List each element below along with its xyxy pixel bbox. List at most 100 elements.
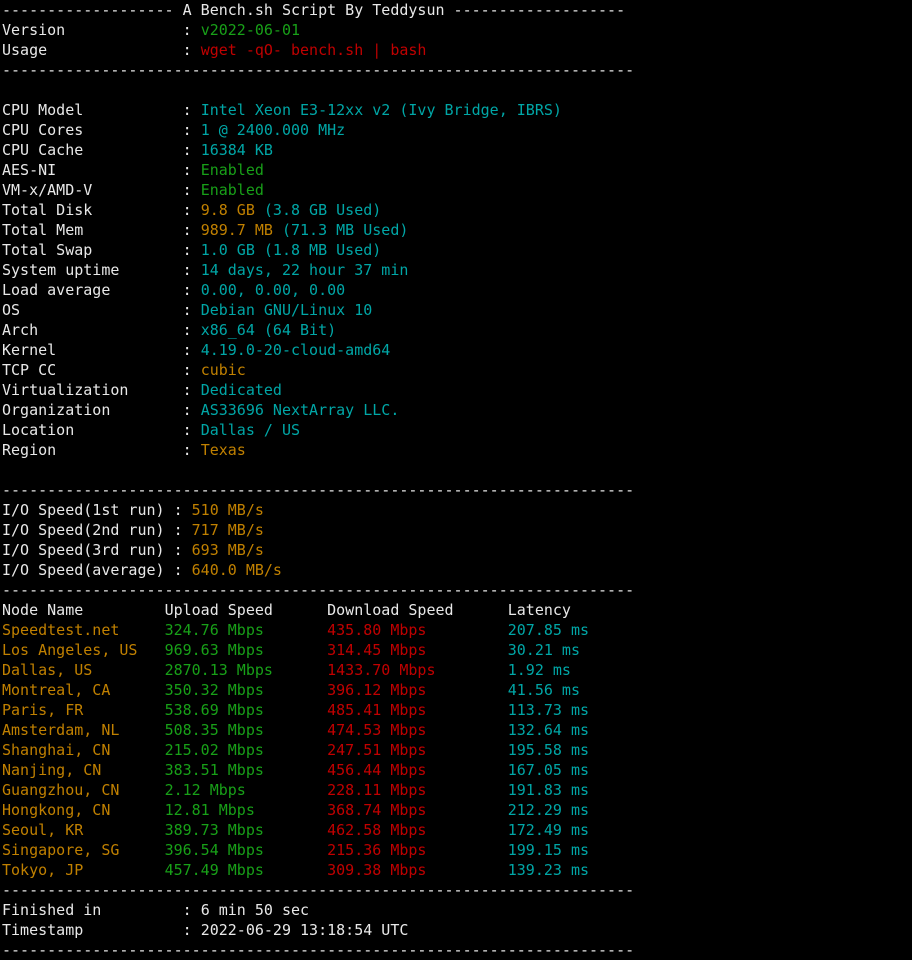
system-info-row-value: cubic [200,361,246,379]
system-info-row-label: Load average [2,281,183,299]
footer-row: Finished in : 6 min 50 sec [0,900,912,920]
system-info-row-value: Dedicated [200,381,282,399]
system-info-row-label: Total Swap [2,241,183,259]
speedtest-node-name: Hongkong, CN [2,801,165,819]
speedtest-download-speed: 1433.70 Mbps [327,661,508,679]
footer-row-label: Finished in [2,901,183,919]
system-info-row-value-secondary: (71.3 MB Used) [272,221,409,239]
column-header-latency: Latency [507,601,571,619]
io-speed-value: 510 MB/s [191,501,264,519]
speedtest-download-speed: 435.80 Mbps [327,621,508,639]
system-info-row-value: 4.19.0-20-cloud-amd64 [200,341,391,359]
speedtest-node-name: Shanghai, CN [2,741,165,759]
speedtest-download-speed: 314.45 Mbps [327,641,508,659]
system-info-row-separator: : [182,321,201,339]
system-info-row: Load average : 0.00, 0.00, 0.00 [0,280,912,300]
io-speed-separator: : [173,541,192,559]
speedtest-upload-speed: 457.49 Mbps [164,861,328,879]
speedtest-row: Montreal, CA 350.32 Mbps 396.12 Mbps 41.… [0,680,912,700]
speedtest-node-name: Los Angeles, US [2,641,165,659]
system-info-row-separator: : [182,341,201,359]
speedtest-download-speed: 485.41 Mbps [327,701,508,719]
footer-row: Timestamp : 2022-06-29 13:18:54 UTC [0,920,912,940]
system-info-row-separator: : [182,161,201,179]
script-info-row: Version : v2022-06-01 [0,20,912,40]
script-info-row-separator: : [182,21,201,39]
speedtest-row: Shanghai, CN 215.02 Mbps 247.51 Mbps 195… [0,740,912,760]
speedtest-upload-speed: 12.81 Mbps [164,801,328,819]
io-speed-separator: : [173,521,192,539]
speedtest-download-speed: 228.11 Mbps [327,781,508,799]
system-info-row: OS : Debian GNU/Linux 10 [0,300,912,320]
speedtest-upload-speed: 2.12 Mbps [164,781,328,799]
system-info-row-label: Total Disk [2,201,183,219]
system-info-row-label: VM-x/AMD-V [2,181,183,199]
system-info-row-label: System uptime [2,261,183,279]
speedtest-latency: 195.58 ms [507,741,590,759]
speedtest-upload-speed: 389.73 Mbps [164,821,328,839]
footer-row-separator: : [182,901,201,919]
speedtest-upload-speed: 538.69 Mbps [164,701,328,719]
system-info-row: Total Swap : 1.0 GB (1.8 MB Used) [0,240,912,260]
footer-row-value: 2022-06-29 13:18:54 UTC [200,921,409,939]
system-info-row-value: Enabled [200,161,264,179]
speedtest-latency: 199.15 ms [507,841,590,859]
system-info-row-value: 16384 KB [200,141,273,159]
footer-row-separator: : [182,921,201,939]
footer-row-label: Timestamp [2,921,183,939]
system-info-row-value: Dallas / US [200,421,301,439]
speedtest-latency: 132.64 ms [507,721,590,739]
system-info-row-value: Texas [200,441,246,459]
terminal-window: ------------------- A Bench.sh Script By… [0,0,912,959]
speedtest-latency: 207.85 ms [507,621,590,639]
speedtest-row: Hongkong, CN 12.81 Mbps 368.74 Mbps 212.… [0,800,912,820]
system-info-row: Total Mem : 989.7 MB (71.3 MB Used) [0,220,912,240]
system-info-row: Organization : AS33696 NextArray LLC. [0,400,912,420]
speedtest-header-row: Node Name Upload Speed Download Speed La… [0,600,912,620]
system-info-row: Region : Texas [0,440,912,460]
system-info-row: System uptime : 14 days, 22 hour 37 min [0,260,912,280]
speedtest-node-name: Seoul, KR [2,821,165,839]
separator-line-2: ----------------------------------------… [2,481,635,499]
column-header-upload-speed: Upload Speed [164,601,328,619]
system-info-row-value: x86_64 (64 Bit) [200,321,337,339]
system-info-row-separator: : [182,401,201,419]
system-info-row-value-secondary: (3.8 GB Used) [254,201,382,219]
system-info-row-value: 14 days, 22 hour 37 min [200,261,409,279]
column-header-node-name: Node Name [2,601,165,619]
script-info-row: Usage : wget -qO- bench.sh | bash [0,40,912,60]
speedtest-row: Tokyo, JP 457.49 Mbps 309.38 Mbps 139.23… [0,860,912,880]
system-info-row-separator: : [182,441,201,459]
system-info-row-label: Virtualization [2,381,183,399]
speedtest-node-name: Paris, FR [2,701,165,719]
script-info-row-label: Version [2,21,183,39]
speedtest-upload-speed: 969.63 Mbps [164,641,328,659]
speedtest-latency: 1.92 ms [507,661,571,679]
column-header-download-speed: Download Speed [327,601,508,619]
system-info-row-label: OS [2,301,183,319]
system-info-row-value: 9.8 GB [200,201,255,219]
io-speed-label: I/O Speed(1st run) [2,501,174,519]
io-speed-value: 717 MB/s [191,521,264,539]
speedtest-download-speed: 309.38 Mbps [327,861,508,879]
footer-section: Finished in : 6 min 50 sec Timestamp : 20… [0,900,912,940]
script-info-section: Version : v2022-06-01 Usage : wget -qO- b… [0,20,912,60]
script-info-row-label: Usage [2,41,183,59]
system-info-row-value: 1 @ 2400.000 MHz [200,121,346,139]
system-info-row-label: Organization [2,401,183,419]
system-info-row: CPU Cache : 16384 KB [0,140,912,160]
system-info-row-label: Region [2,441,183,459]
speedtest-section: Node Name Upload Speed Download Speed La… [0,600,912,880]
system-info-row-separator: : [182,181,201,199]
system-info-row-value: 0.00, 0.00, 0.00 [200,281,346,299]
speedtest-latency: 139.23 ms [507,861,590,879]
system-info-row-value: 1.0 GB (1.8 MB Used) [200,241,382,259]
system-info-row: Kernel : 4.19.0-20-cloud-amd64 [0,340,912,360]
speedtest-upload-speed: 324.76 Mbps [164,621,328,639]
speedtest-upload-speed: 350.32 Mbps [164,681,328,699]
system-info-row-label: CPU Cache [2,141,183,159]
system-info-row: Virtualization : Dedicated [0,380,912,400]
system-info-row-label: AES-NI [2,161,183,179]
